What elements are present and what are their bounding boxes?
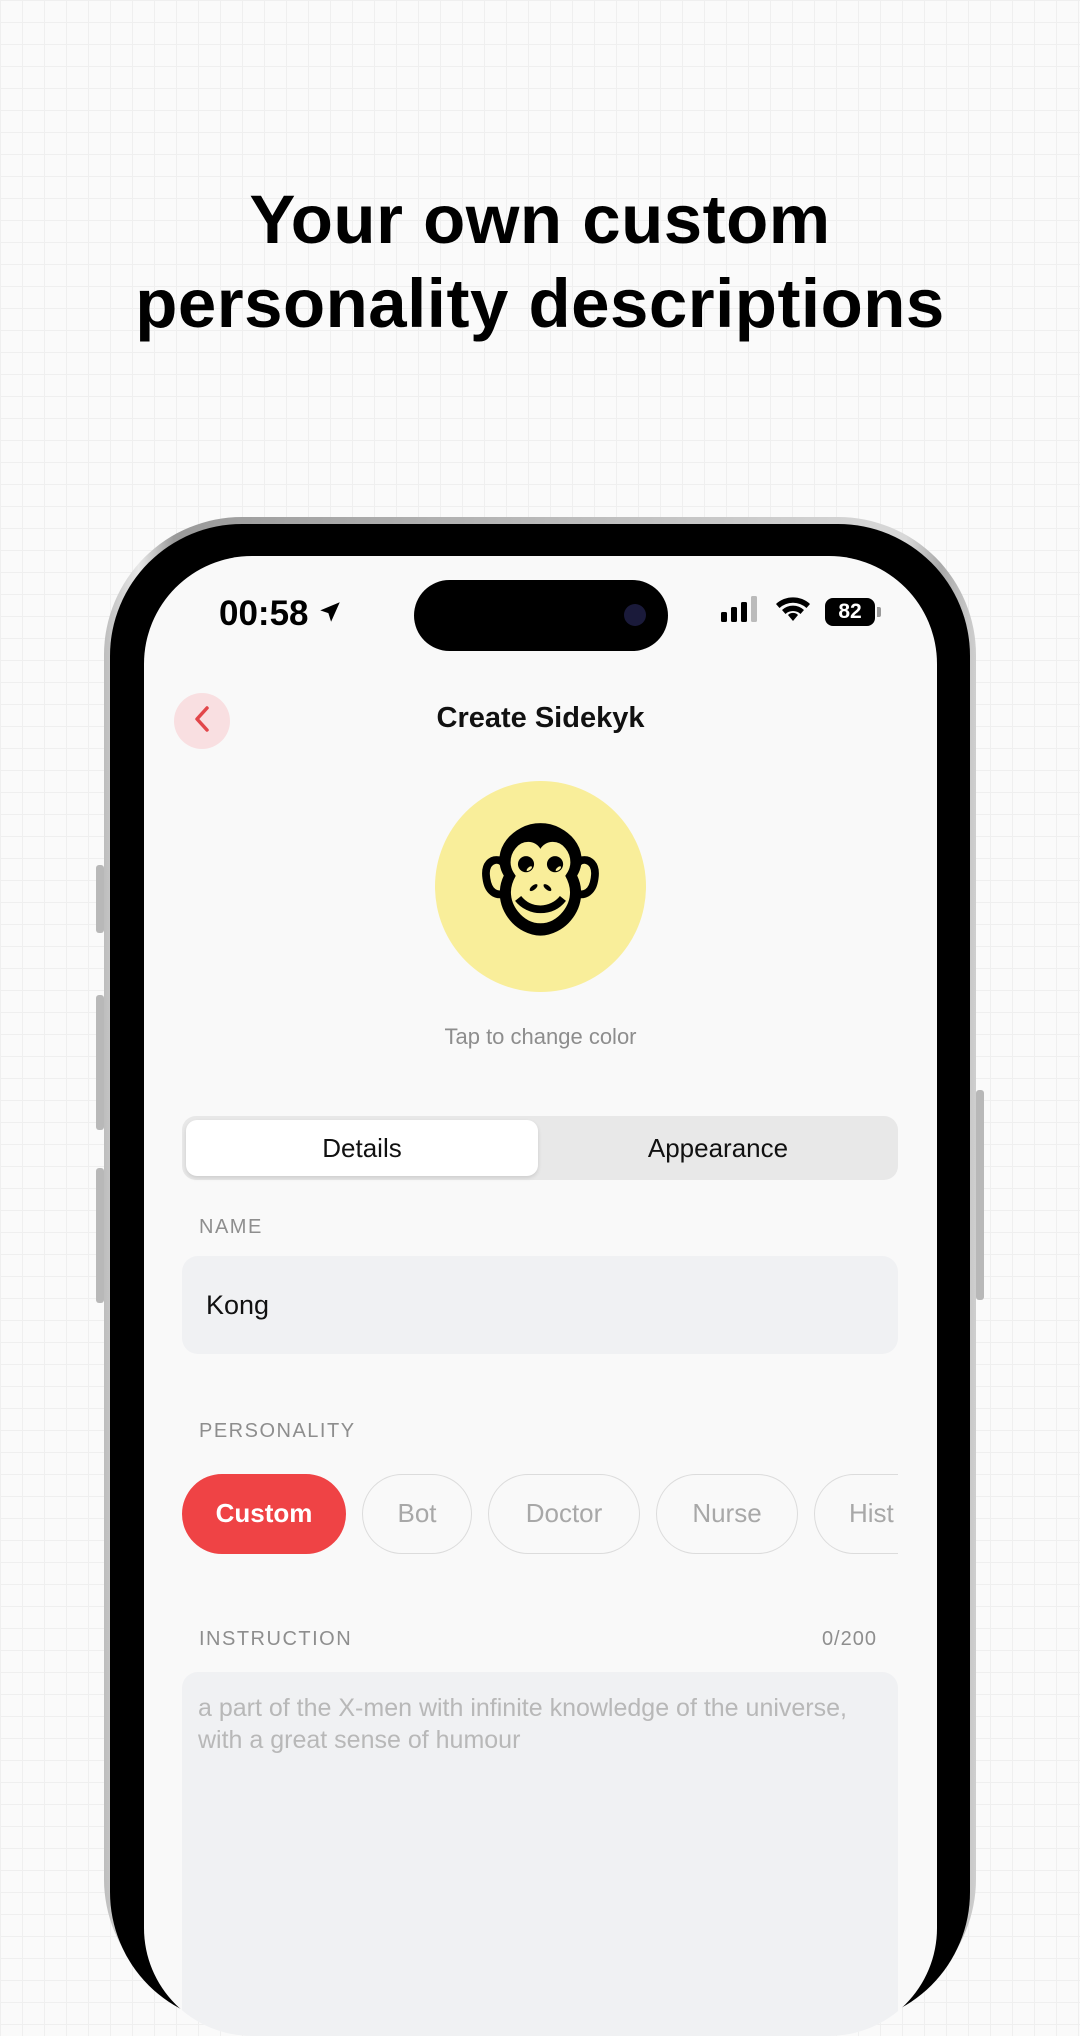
headline-line-2: personality descriptions: [135, 265, 945, 342]
chip-nurse[interactable]: Nurse: [656, 1474, 798, 1554]
status-time: 00:58: [219, 594, 343, 634]
signal-icon: [721, 596, 761, 627]
status-indicators: 82: [721, 596, 881, 627]
personality-chips: Custom Bot Doctor Nurse Hist: [182, 1472, 898, 1556]
tab-switcher: Details Appearance: [182, 1116, 898, 1180]
camera-icon: [624, 604, 646, 626]
monkey-avatar-icon: 🐵: [472, 820, 609, 953]
instruction-placeholder: a part of the X-men with infinite knowle…: [198, 1694, 847, 1754]
chip-doctor[interactable]: Doctor: [488, 1474, 640, 1554]
page-title: Create Sidekyk: [436, 702, 645, 734]
instruction-textarea[interactable]: a part of the X-men with infinite knowle…: [182, 1672, 898, 2036]
wifi-icon: [775, 596, 811, 627]
avatar-color-picker[interactable]: 🐵: [435, 781, 646, 992]
name-input[interactable]: Kong: [182, 1256, 898, 1354]
chip-bot[interactable]: Bot: [362, 1474, 472, 1554]
location-arrow-icon: [317, 594, 343, 634]
chip-custom[interactable]: Custom: [182, 1474, 346, 1554]
app-screen: 00:58 82 Create Sidekyk 🐵 Tap to change …: [144, 556, 937, 2036]
avatar-hint: Tap to change color: [444, 1024, 637, 1049]
action-button: [96, 865, 104, 933]
name-label: NAME: [199, 1216, 263, 1238]
personality-label: PERSONALITY: [199, 1420, 356, 1442]
battery-icon: 82: [825, 597, 881, 626]
chip-history[interactable]: Hist: [814, 1474, 898, 1554]
dynamic-island: [414, 580, 668, 651]
power-button: [976, 1090, 984, 1300]
tab-appearance[interactable]: Appearance: [542, 1120, 894, 1176]
volume-down-button: [96, 1168, 104, 1303]
tab-details[interactable]: Details: [186, 1120, 538, 1176]
volume-up-button: [96, 995, 104, 1130]
status-time-text: 00:58: [219, 594, 309, 633]
headline: Your own custom personality descriptions: [0, 178, 1080, 346]
instruction-label: INSTRUCTION: [199, 1628, 353, 1650]
character-counter: 0/200: [821, 1628, 877, 1650]
headline-line-1: Your own custom: [249, 181, 831, 258]
